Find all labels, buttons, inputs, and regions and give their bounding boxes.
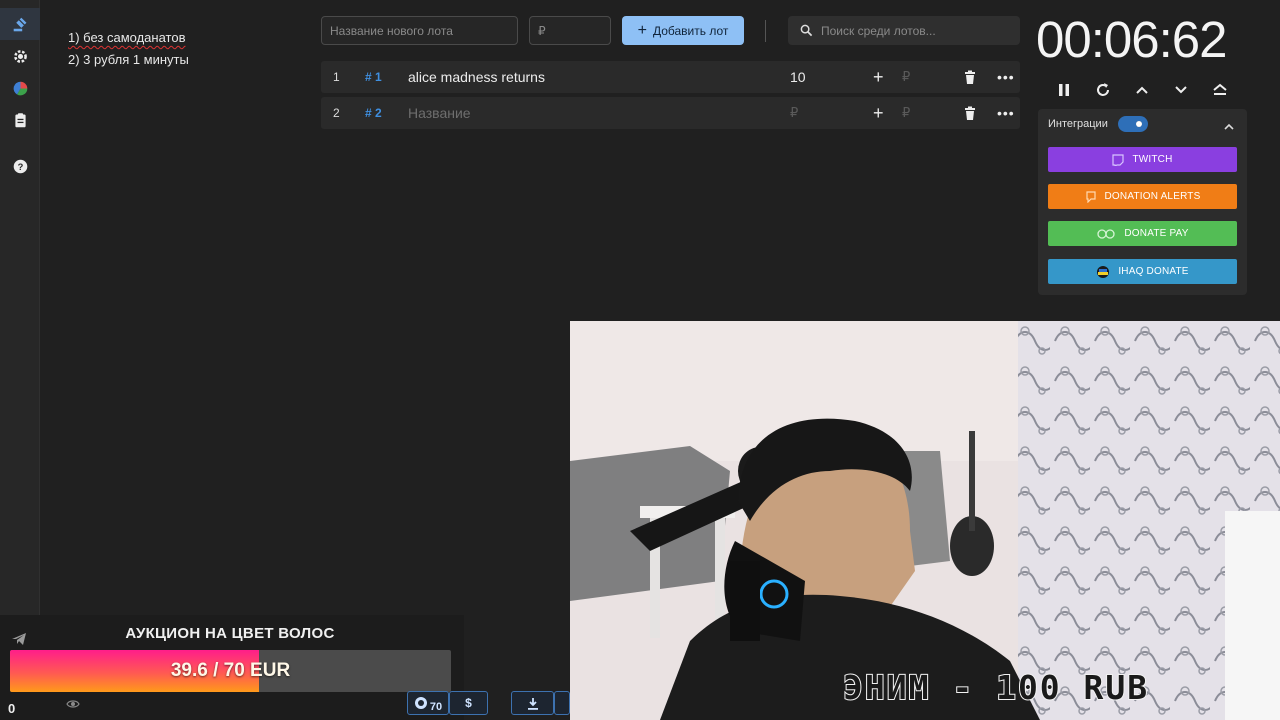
plus-icon: +	[637, 21, 647, 39]
trash-icon[interactable]	[964, 61, 976, 93]
lot-id: # 1	[365, 70, 382, 84]
search-input[interactable]: Поиск среди лотов...	[788, 16, 1020, 45]
integrations-panel: Интеграции TWITCH DONATION ALERTS DONATE…	[1038, 109, 1247, 295]
dollar-icon: $	[465, 696, 472, 710]
rule-2: 2) 3 рубля 1 минуты	[68, 52, 189, 67]
download-icon	[527, 697, 538, 710]
stream-donation-ticker: ЭНИМ - 100 RUB	[842, 667, 1150, 708]
donate-pay-icon	[1097, 228, 1116, 239]
add-lot-button[interactable]: + Добавить лот	[622, 16, 744, 45]
more-icon[interactable]: •••	[997, 97, 1015, 129]
gavel-icon[interactable]	[8, 12, 32, 36]
lot-row: 2 # 2 Название ₽ + ₽ •••	[321, 97, 1020, 129]
timer-display: 00:06:62	[1036, 11, 1228, 68]
rule-1: 1) без самоданатов	[68, 30, 186, 45]
github-badge: 70	[429, 701, 443, 713]
twitch-button[interactable]: TWITCH	[1048, 147, 1237, 172]
integrations-title: Интеграции	[1048, 118, 1108, 130]
rules-list: 1) без самоданатов 2) 3 рубля 1 минуты	[68, 27, 189, 71]
chevron-double-up-icon[interactable]	[1210, 80, 1230, 100]
eye-icon[interactable]	[66, 696, 80, 714]
ihaq-donate-label: IHAQ DONATE	[1118, 266, 1189, 277]
ihaq-donate-button[interactable]: IHAQ DONATE	[1048, 259, 1237, 284]
sidebar: ?	[0, 0, 40, 720]
clipboard-icon[interactable]	[8, 108, 32, 132]
lot-row: 1 # 1 alice madness returns 10 + ₽ •••	[321, 61, 1020, 93]
pie-chart-icon[interactable]	[8, 76, 32, 100]
webcam-feed	[570, 321, 1280, 720]
divider	[765, 20, 766, 42]
twitch-icon	[1112, 153, 1125, 166]
more-icon[interactable]: •••	[997, 61, 1015, 93]
gear-icon[interactable]	[8, 44, 32, 68]
goal-progress-text: 39.6 / 70 EUR	[170, 660, 291, 681]
ihaq-icon	[1097, 265, 1110, 278]
github-button[interactable]: 70	[407, 691, 449, 715]
lot-index: 2	[333, 106, 340, 120]
github-icon	[414, 697, 427, 709]
chevron-up-icon[interactable]	[1132, 80, 1152, 100]
add-amount-input[interactable]: ₽	[902, 97, 910, 129]
donation-alerts-icon	[1085, 190, 1096, 203]
goal-progress-bar: 39.6 / 70 EUR	[10, 650, 451, 692]
save-button[interactable]	[554, 691, 570, 715]
add-amount-button[interactable]: +	[873, 97, 884, 129]
donate-pay-label: DONATE PAY	[1124, 228, 1189, 239]
restart-icon[interactable]	[1093, 80, 1113, 100]
donation-alerts-button[interactable]: DONATION ALERTS	[1048, 184, 1237, 209]
search-icon	[800, 24, 813, 37]
integrations-toggle[interactable]	[1118, 116, 1148, 132]
chevron-down-icon[interactable]	[1171, 80, 1191, 100]
add-lot-label: Добавить лот	[652, 23, 729, 38]
pause-icon[interactable]	[1054, 80, 1074, 100]
lot-name-input[interactable]: Название нового лота	[321, 16, 518, 45]
add-amount-button[interactable]: +	[873, 61, 884, 93]
lot-id: # 2	[365, 106, 382, 120]
search-placeholder: Поиск среди лотов...	[821, 23, 936, 38]
amount-input[interactable]: ₽	[529, 16, 611, 45]
twitch-label: TWITCH	[1132, 154, 1173, 165]
lot-amount[interactable]: ₽	[790, 97, 798, 129]
lot-name[interactable]: alice madness returns	[408, 61, 545, 93]
trash-icon[interactable]	[964, 97, 976, 129]
donation-alerts-label: DONATION ALERTS	[1104, 191, 1201, 202]
collapse-icon[interactable]	[1224, 118, 1234, 136]
donate-pay-button[interactable]: DONATE PAY	[1048, 221, 1237, 246]
download-button[interactable]	[511, 691, 554, 715]
webcam-image	[570, 321, 1280, 720]
help-icon[interactable]: ?	[8, 154, 32, 178]
goal-title: АУКЦИОН НА ЦВЕТ ВОЛОС	[125, 625, 335, 642]
add-amount-input[interactable]: ₽	[902, 61, 910, 93]
svg-text:?: ?	[17, 161, 23, 171]
lot-amount[interactable]: 10	[790, 61, 806, 93]
viewer-counter: 0	[8, 701, 16, 716]
lot-name[interactable]: Название	[408, 97, 471, 129]
donate-button[interactable]: $	[449, 691, 488, 715]
lot-index: 1	[333, 70, 340, 84]
